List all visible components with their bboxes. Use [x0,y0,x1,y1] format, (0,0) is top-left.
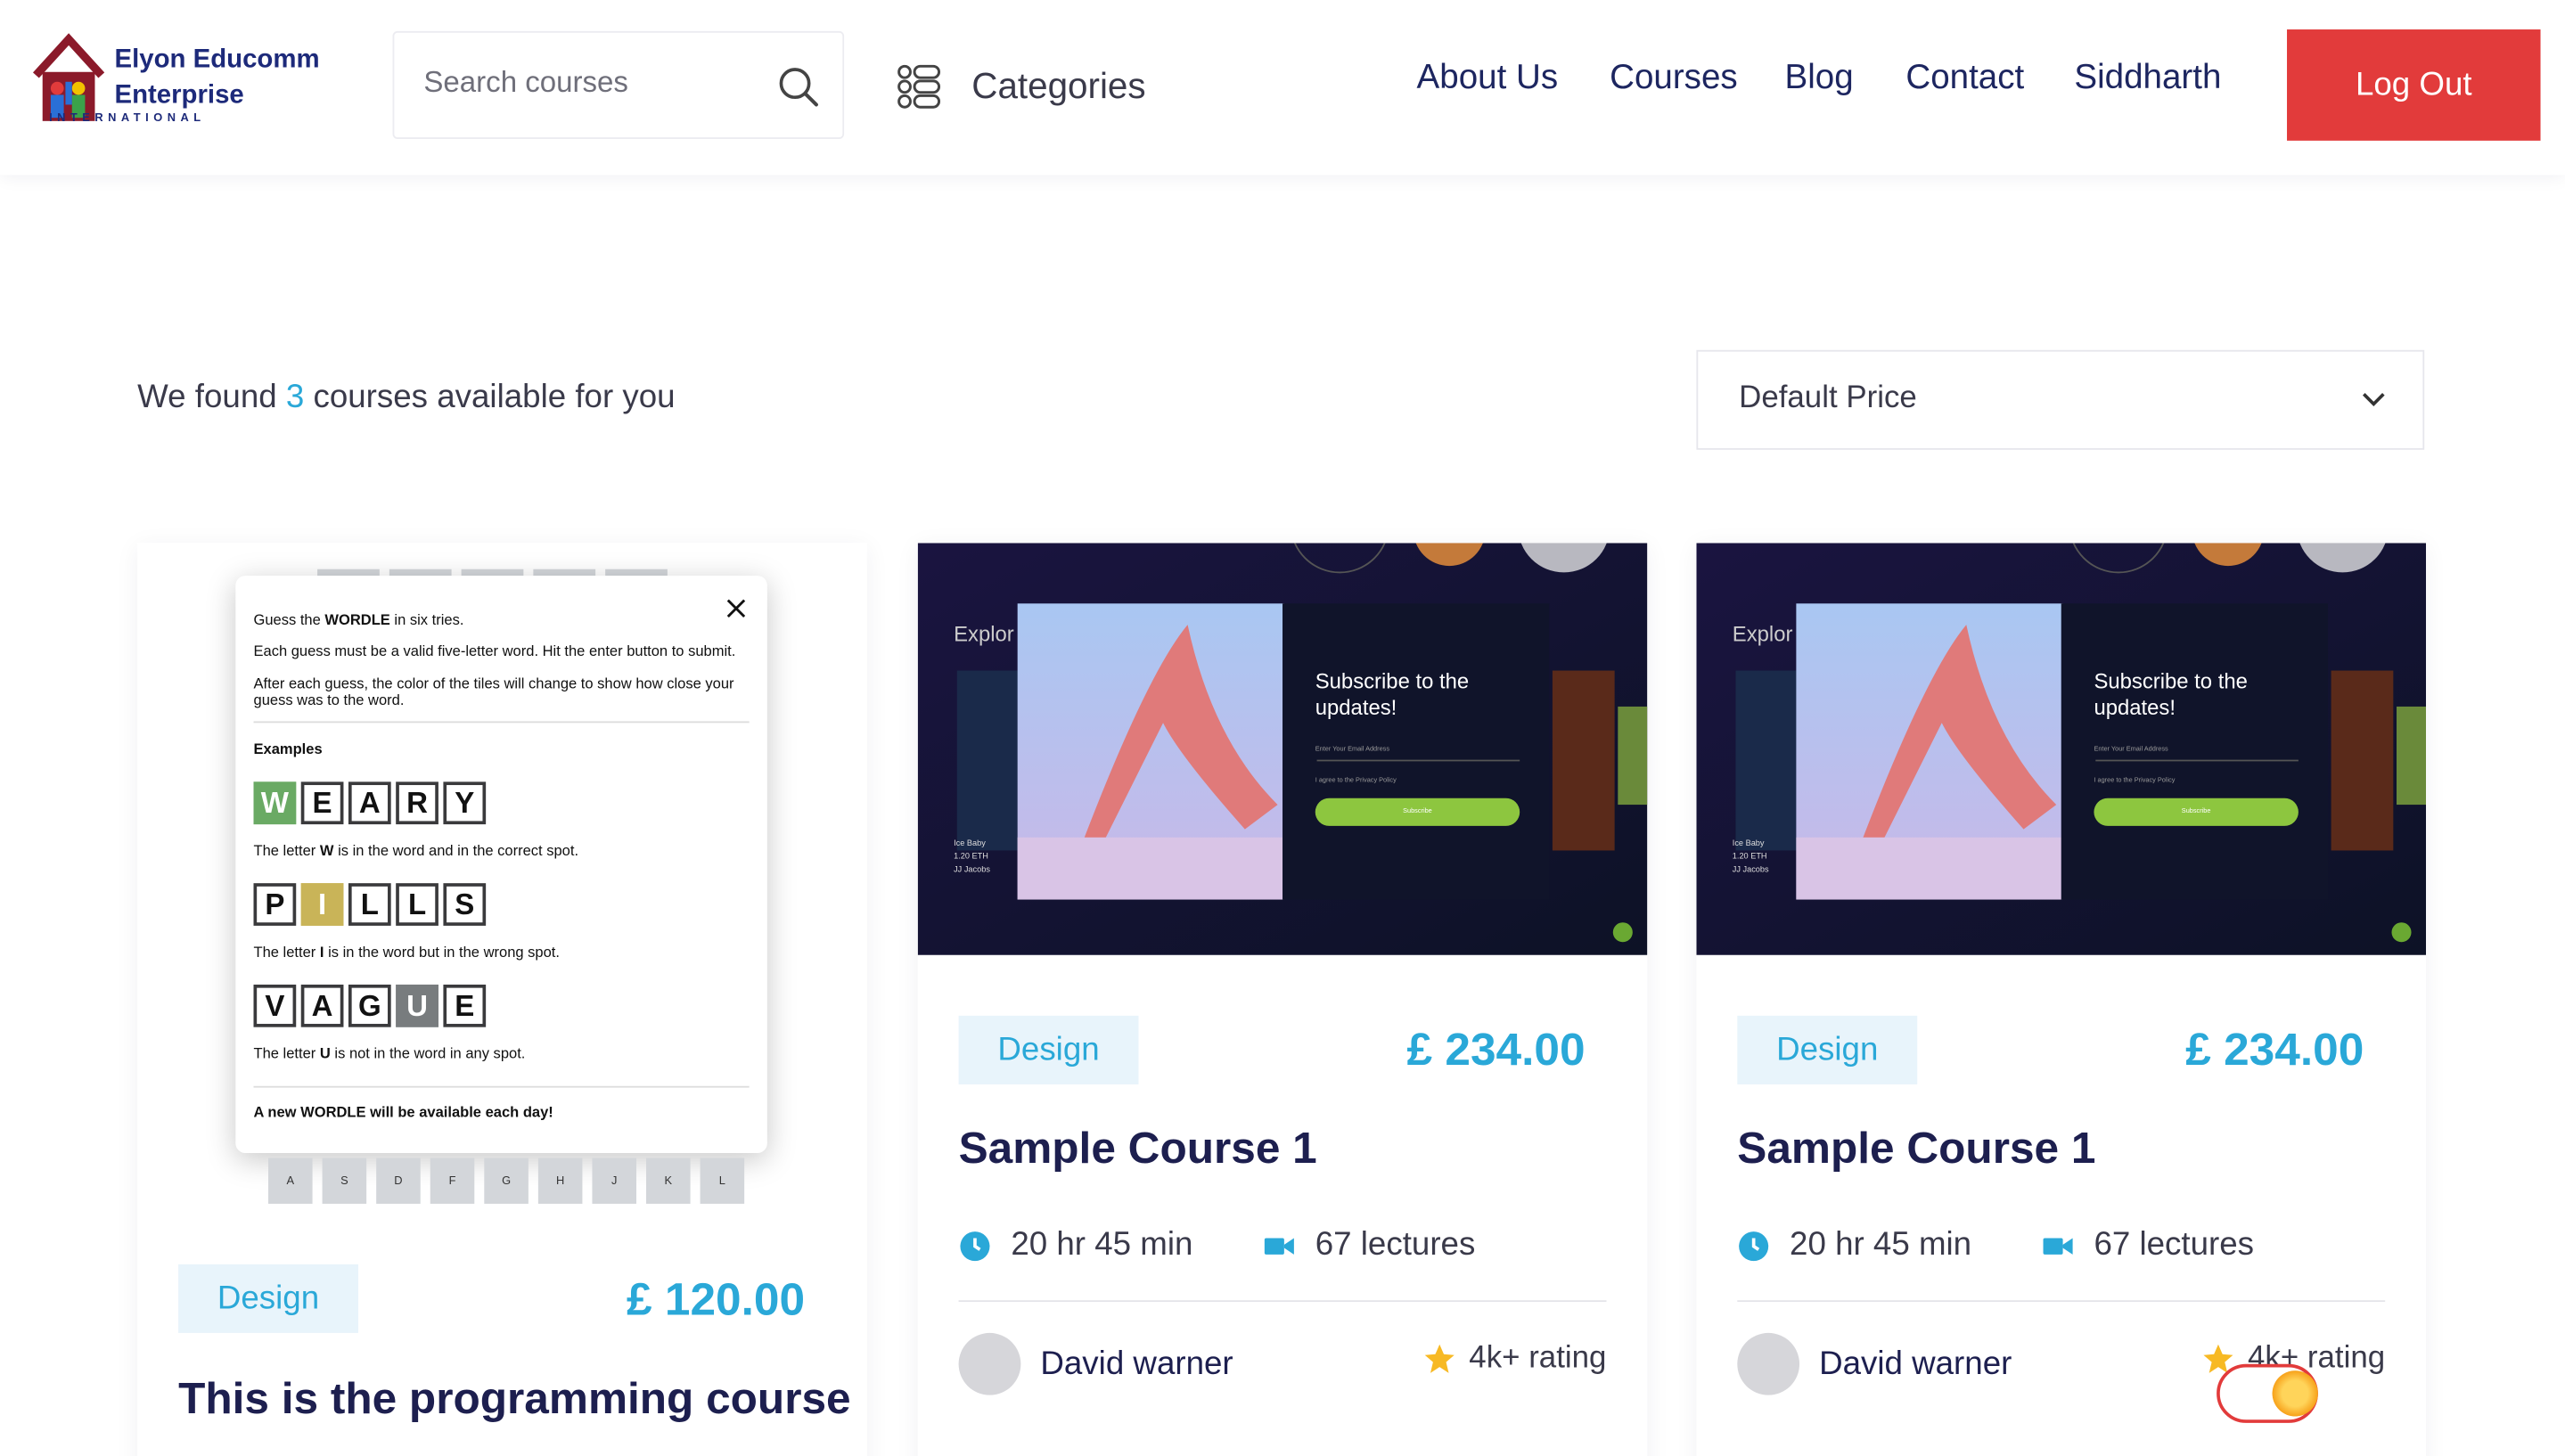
brand-line-2: Enterprise [114,81,244,110]
wordle-footer: A new WORDLE will be available each day! [253,1103,553,1121]
subscribe-heading: Subscribe to the updates! [1315,668,1470,720]
page: Elyon Educomm Enterprise INTERNATIONAL C… [0,0,2565,1456]
subscribe-button: Subscribe [2181,806,2211,815]
subscribe-popup-image [1696,543,2427,955]
course-thumbnail[interactable]: Guess the WORDLE in six tries. Each gues… [137,543,867,1231]
explore-heading: Explor [1732,621,1793,647]
sort-selected-value: Default Price [1739,380,1917,416]
subscribe-heading: Subscribe to the updates! [2094,668,2248,720]
wordle-rule-2: After each guess, the color of the tiles… [253,675,734,708]
grid-list-icon [897,64,941,109]
email-placeholder: Enter Your Email Address [2094,744,2168,753]
duration-text: 20 hr 45 min [1790,1226,1972,1264]
sort-select[interactable]: Default Price [1696,349,2425,450]
lectures-text: 67 lectures [1315,1226,1476,1264]
course-author[interactable]: David warner [958,1332,1233,1395]
course-card[interactable]: Explor Subscribe to the updates! Enter Y… [917,543,1648,1456]
site-header: Elyon Educomm Enterprise INTERNATIONAL C… [0,0,2565,176]
wordle-rule-1: Each guess must be a valid five-letter w… [253,642,736,659]
course-card[interactable]: Explor Subscribe to the updates! Enter Y… [1696,543,2427,1456]
course-lectures: 67 lectures [2042,1227,2254,1264]
results-prefix: We found [137,379,277,416]
explore-heading: Explor [954,621,1014,647]
brand-logo[interactable]: Elyon Educomm Enterprise INTERNATIONAL [29,33,356,135]
author-name: David warner [1819,1345,2012,1382]
rating-text: 4k+ rating [1469,1341,1607,1376]
agree-text: I agree to the Privacy Policy [1315,775,1397,784]
nav-user-siddharth[interactable]: Siddharth [2074,59,2221,98]
course-title[interactable]: Sample Course 1 [1737,1124,2095,1174]
chevron-down-icon [2362,393,2385,406]
nav-contact[interactable]: Contact [1905,59,2024,98]
wordle-intro: Guess the WORDLE in six tries. [253,611,464,628]
email-placeholder: Enter Your Email Address [1315,744,1389,753]
subscribe-button: Subscribe [1403,806,1432,815]
results-number: 3 [285,379,305,416]
course-title[interactable]: Sample Course 1 [959,1124,1317,1174]
lectures-text: 67 lectures [2094,1226,2255,1264]
wordle-help-dialog: Guess the WORDLE in six tries. Each gues… [235,576,767,1154]
brand-line-3: INTERNATIONAL [49,112,206,125]
course-thumbnail[interactable]: Explor Subscribe to the updates! Enter Y… [917,543,1648,955]
results-suffix: courses available for you [313,379,676,416]
course-price: £ 120.00 [626,1273,806,1325]
agree-text: I agree to the Privacy Policy [2094,775,2176,784]
course-title[interactable]: This is the programming course [178,1374,851,1425]
card-divider [958,1300,1607,1303]
search-input[interactable] [423,65,751,100]
results-count: We found 3 courses available for you [137,380,675,417]
course-thumbnail[interactable]: Explor Subscribe to the updates! Enter Y… [1696,543,2427,955]
wordle-example-2-text: The letter I is in the word but in the w… [253,944,560,961]
duration-text: 20 hr 45 min [1011,1226,1193,1264]
wordle-example-1-text: The letter W is in the word and in the c… [253,842,579,859]
star-icon [1424,1344,1455,1373]
course-duration: 20 hr 45 min [1737,1227,1971,1264]
categories-menu[interactable]: Categories [897,61,1146,113]
course-category-badge[interactable]: Design [178,1264,358,1333]
wordle-grid-top [317,568,668,577]
course-card[interactable]: Guess the WORDLE in six tries. Each gues… [137,543,867,1456]
search-box [392,30,845,140]
course-price: £ 234.00 [1406,1024,1586,1075]
nft-item-info: Ice Baby 1.20 ETH JJ Jacobs [1732,838,1769,875]
card-divider [1737,1300,2386,1303]
wordle-example-2: PILLS [253,883,487,926]
video-camera-icon [1264,1237,1294,1254]
course-duration: 20 hr 45 min [959,1226,1193,1264]
wordle-divider [253,721,750,724]
logout-button[interactable]: Log Out [2287,29,2541,141]
nft-item-info: Ice Baby 1.20 ETH JJ Jacobs [954,838,990,875]
course-category-badge[interactable]: Design [958,1015,1139,1084]
course-author[interactable]: David warner [1737,1332,2012,1395]
clock-icon [1739,1231,1769,1261]
brand-name: Elyon Educomm Enterprise [114,43,319,115]
course-lectures: 67 lectures [1263,1227,1475,1264]
wordle-example-3: VAGUE [253,984,487,1027]
sun-icon[interactable] [2272,1370,2318,1417]
search-icon[interactable] [777,65,820,108]
wordle-examples-label: Examples [253,740,323,757]
nav-about-us[interactable]: About Us [1417,59,1559,98]
avatar [1737,1332,1800,1395]
wordle-keyboard-row: ASDFGHJKL [268,1157,745,1204]
wordle-divider-2 [253,1085,750,1088]
wordle-example-1: WEARY [253,781,487,825]
course-price: £ 234.00 [2185,1024,2364,1075]
video-camera-icon [2043,1237,2073,1254]
wordle-example-3-text: The letter U is not in the word in any s… [253,1044,526,1062]
course-rating: 4k+ rating [1423,1341,1607,1377]
categories-label: Categories [971,65,1146,107]
brand-line-1: Elyon Educomm [114,45,320,74]
author-name: David warner [1040,1345,1233,1382]
clock-icon [960,1231,990,1261]
nav-blog[interactable]: Blog [1785,59,1854,98]
nav-courses[interactable]: Courses [1610,59,1738,98]
course-category-badge[interactable]: Design [1737,1015,1918,1084]
avatar [958,1332,1021,1395]
subscribe-popup-image [917,543,1648,955]
